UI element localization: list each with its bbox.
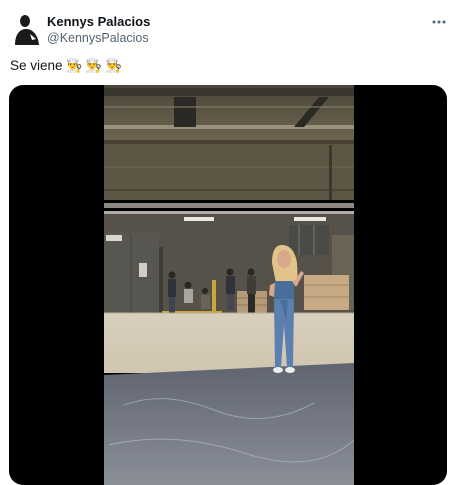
display-name[interactable]: Kennys Palacios	[47, 14, 150, 29]
cook-emoji: 👨‍🍳	[105, 58, 122, 73]
tweet-text: Se viene 👨‍🍳 👨‍🍳 👨‍🍳	[10, 56, 122, 76]
tweet-header: Kennys Palacios @KennysPalacios	[0, 0, 450, 56]
more-button[interactable]	[427, 12, 450, 32]
cook-emoji: 👨‍🍳	[85, 58, 103, 73]
video-player[interactable]	[9, 85, 447, 485]
user-handle[interactable]: @KennysPalacios	[47, 31, 149, 46]
cook-emoji: 👨‍🍳	[65, 58, 83, 73]
video-frame	[104, 85, 354, 485]
more-horizontal-icon	[432, 20, 446, 24]
person-silhouette-avatar-icon	[12, 12, 42, 45]
tweet-body: Se viene	[10, 58, 63, 73]
avatar[interactable]	[12, 12, 42, 45]
warehouse-scene-image	[104, 85, 354, 485]
